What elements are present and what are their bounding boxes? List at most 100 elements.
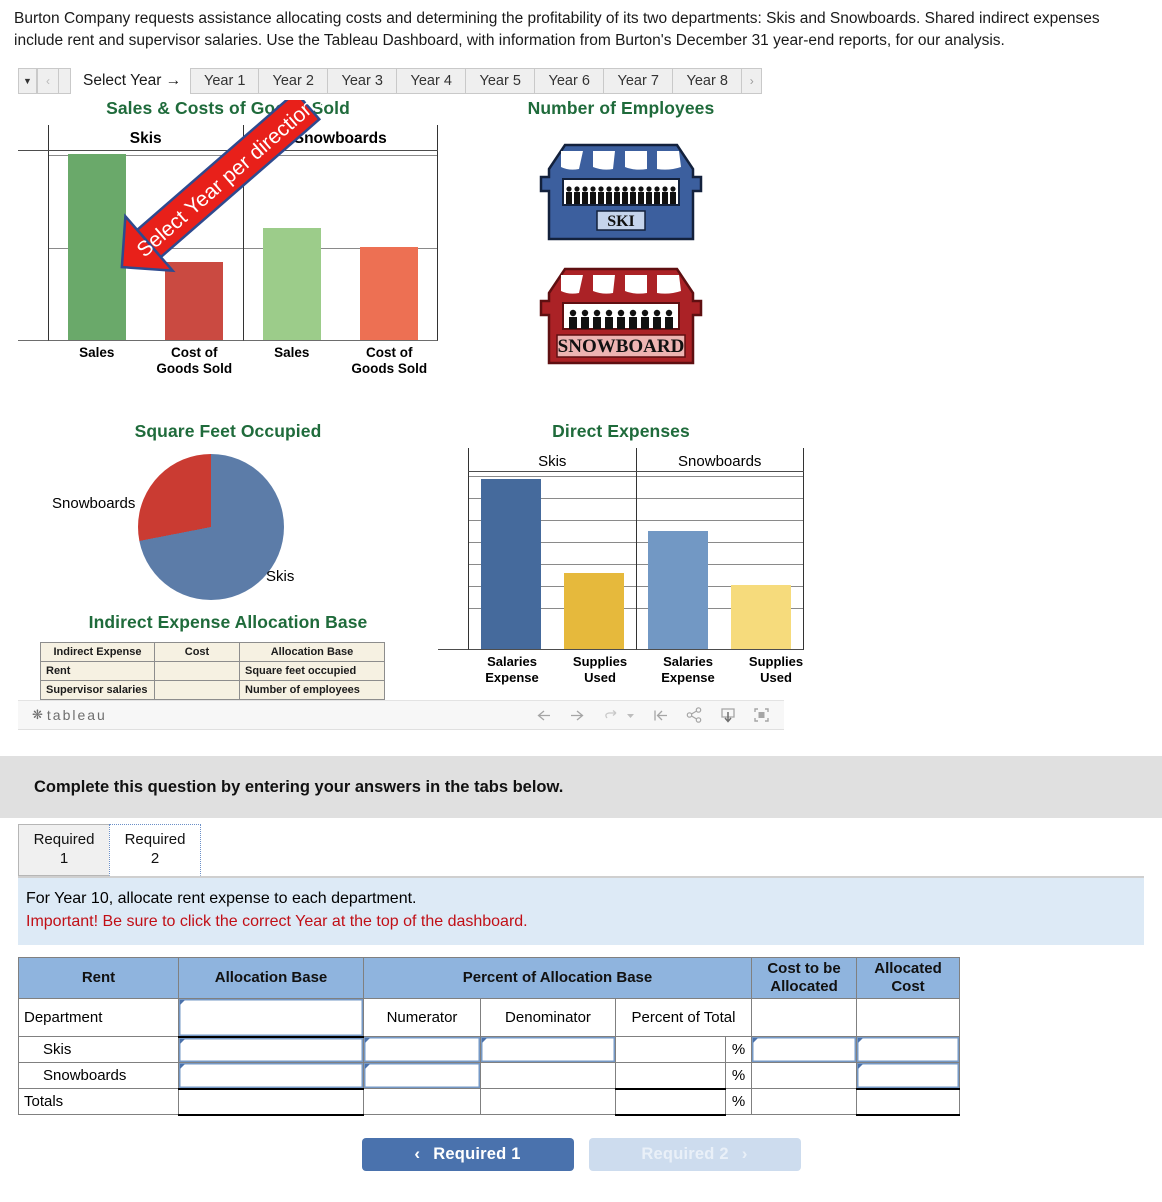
header-allocated-cost: Allocated Cost: [856, 957, 960, 1000]
total-allocation-base[interactable]: [178, 1088, 364, 1116]
bar-snowboards-cogs[interactable]: [359, 247, 418, 340]
input-skis-allocated-cost[interactable]: [856, 1036, 960, 1064]
input-snowboards-allocated-cost[interactable]: [856, 1062, 960, 1090]
table-header-row: Indirect Expense Cost Allocation Base: [40, 642, 385, 662]
year-tab-8[interactable]: Year 8: [673, 68, 743, 94]
axis-label-skis-salaries: Salaries Expense: [485, 654, 539, 685]
year-tab-2[interactable]: Year 2: [259, 68, 329, 94]
year-tab-1[interactable]: Year 1: [190, 68, 260, 94]
pie-slices[interactable]: [138, 454, 284, 600]
bar-skis-supplies[interactable]: [563, 573, 624, 649]
ie-row-rent-cost: [154, 661, 240, 681]
direct-expenses-title: Direct Expenses: [552, 421, 690, 441]
square-feet-pie-chart[interactable]: Square Feet Occupied Snowboards Skis Ind…: [18, 421, 438, 700]
axis-label-skis-sales: Sales: [79, 345, 115, 360]
direct-snowboards-group: [635, 472, 804, 650]
bar-skis-sales[interactable]: [68, 154, 127, 340]
tableau-toolbar[interactable]: ❋ tableau: [18, 700, 784, 730]
share-icon[interactable]: [686, 707, 703, 723]
revert-icon[interactable]: [603, 708, 621, 723]
input-snowboards-numerator[interactable]: [363, 1062, 481, 1090]
year-tab-4[interactable]: Year 4: [397, 68, 467, 94]
input-department-allocation-base[interactable]: [178, 998, 364, 1038]
input-skis-cost-to-be-allocated[interactable]: [751, 1036, 857, 1064]
caret-down-icon[interactable]: ▼: [18, 68, 37, 94]
tableau-logo: ❋ tableau: [32, 707, 107, 723]
back-icon[interactable]: [535, 708, 552, 723]
input-skis-allocation-base[interactable]: [178, 1036, 364, 1064]
year-selector-bar[interactable]: ▼ ‹ Select Year → Year 1 Year 2 Year 3 Y…: [18, 68, 784, 94]
table-row-department: Department Numerator Denominator Percent…: [18, 998, 960, 1038]
direct-skis-group: [468, 472, 636, 650]
sales-cogs-chart[interactable]: Sales & Costs of Goods Sold Skis Snowboa…: [18, 98, 438, 403]
rent-allocation-table[interactable]: Rent Allocation Base Percent of Allocati…: [18, 957, 960, 1116]
bar-snowboards-supplies[interactable]: [731, 585, 792, 649]
direct-expenses-chart[interactable]: Direct Expenses Skis Snowboards Salaries…: [438, 421, 804, 700]
total-percent-of-total[interactable]: [615, 1088, 726, 1116]
revert-dropdown-icon[interactable]: [626, 711, 635, 720]
ie-row-rent-base: Square feet occupied: [239, 661, 385, 681]
year-tab-3[interactable]: Year 3: [328, 68, 398, 94]
chevron-left-icon[interactable]: ‹: [37, 68, 59, 94]
tab-required-2[interactable]: Required 2: [109, 824, 201, 876]
year-tab-6[interactable]: Year 6: [535, 68, 605, 94]
percent-sign-snowboards: %: [725, 1062, 752, 1090]
required-2-nav-label: Required 2: [641, 1144, 729, 1163]
input-skis-percent-of-total[interactable]: [615, 1036, 726, 1064]
total-allocated-cost[interactable]: [856, 1088, 960, 1116]
number-of-employees-viz[interactable]: Number of Employees SKI SNOWBOARD: [438, 98, 804, 403]
input-snowboards-cost-to-be-allocated[interactable]: [751, 1062, 857, 1090]
input-skis-numerator[interactable]: [363, 1036, 481, 1064]
axis-label-skis-cogs: Cost of Goods Sold: [156, 345, 233, 376]
snowboard-sign-text: SNOWBOARD: [558, 336, 685, 357]
chevron-right-icon[interactable]: ›: [742, 68, 763, 94]
fullscreen-icon[interactable]: [753, 707, 770, 723]
sales-cogs-skis-group: [48, 151, 243, 341]
table-row[interactable]: Skis %: [18, 1036, 960, 1064]
indirect-expense-title: Indirect Expense Allocation Base: [88, 612, 368, 632]
row-label-snowboards: Snowboards: [18, 1062, 179, 1090]
input-snowboards-allocation-base[interactable]: [178, 1062, 364, 1090]
reset-icon[interactable]: [652, 708, 669, 723]
ie-row-supervisor-name: Supervisor salaries: [40, 680, 155, 700]
ski-sign-text: SKI: [607, 213, 635, 230]
input-snowboards-percent-of-total[interactable]: [615, 1062, 726, 1090]
tab-required-1-label: Required 1: [33, 831, 95, 867]
header-percent-of-allocation-base: Percent of Allocation Base: [363, 957, 752, 1000]
bar-snowboards-sales[interactable]: [262, 228, 321, 340]
bar-snowboards-salaries[interactable]: [648, 531, 709, 649]
axis-label-snowboards-salaries: Salaries Expense: [661, 654, 715, 685]
sales-cogs-snowboards-group: [242, 151, 438, 341]
required-1-nav-button[interactable]: ‹ Required 1: [361, 1137, 574, 1171]
intro-paragraph: Burton Company requests assistance alloc…: [14, 10, 1100, 49]
table-row[interactable]: Snowboards %: [18, 1062, 960, 1090]
bar-skis-cogs[interactable]: [165, 262, 224, 340]
direct-group-snowboards: Snowboards: [635, 448, 804, 471]
prompt-line-1: For Year 10, allocate rent expense to ea…: [26, 890, 417, 907]
required-tabs[interactable]: Required 1 Required 2: [18, 824, 1162, 876]
cell-department-cost-to-be-allocated: [751, 998, 857, 1038]
sales-cogs-title: Sales & Costs of Goods Sold: [106, 98, 350, 118]
total-cost-to-be-allocated: [751, 1088, 857, 1116]
input-snowboards-denominator[interactable]: [480, 1062, 616, 1090]
question-navigation[interactable]: ‹ Required 1 Required 2 ›: [0, 1137, 1162, 1171]
input-skis-denominator[interactable]: [480, 1036, 616, 1064]
sales-cogs-group-snowboards: Snowboards: [242, 125, 438, 150]
download-icon[interactable]: [720, 707, 736, 724]
sales-cogs-group-skis: Skis: [48, 125, 243, 150]
header-cost-to-be-allocated: Cost to be Allocated: [751, 957, 857, 1000]
ie-row-rent-name: Rent: [40, 661, 155, 681]
table-row: Supervisor salaries Number of employees: [40, 680, 385, 700]
bar-skis-salaries[interactable]: [480, 479, 541, 649]
complete-question-banner: Complete this question by entering your …: [0, 756, 1162, 818]
year-tab-5[interactable]: Year 5: [466, 68, 536, 94]
ie-row-supervisor-cost: [154, 680, 240, 700]
page-root: Burton Company requests assistance alloc…: [0, 0, 1162, 1171]
forward-icon[interactable]: [569, 708, 586, 723]
year-tabs[interactable]: Year 1 Year 2 Year 3 Year 4 Year 5 Year …: [190, 68, 743, 94]
year-tab-7[interactable]: Year 7: [604, 68, 674, 94]
row-label-department: Department: [18, 998, 179, 1038]
tab-required-1[interactable]: Required 1: [18, 824, 110, 876]
tableau-dashboard[interactable]: Sales & Costs of Goods Sold Skis Snowboa…: [18, 88, 804, 700]
table-row-totals[interactable]: Totals %: [18, 1088, 960, 1116]
